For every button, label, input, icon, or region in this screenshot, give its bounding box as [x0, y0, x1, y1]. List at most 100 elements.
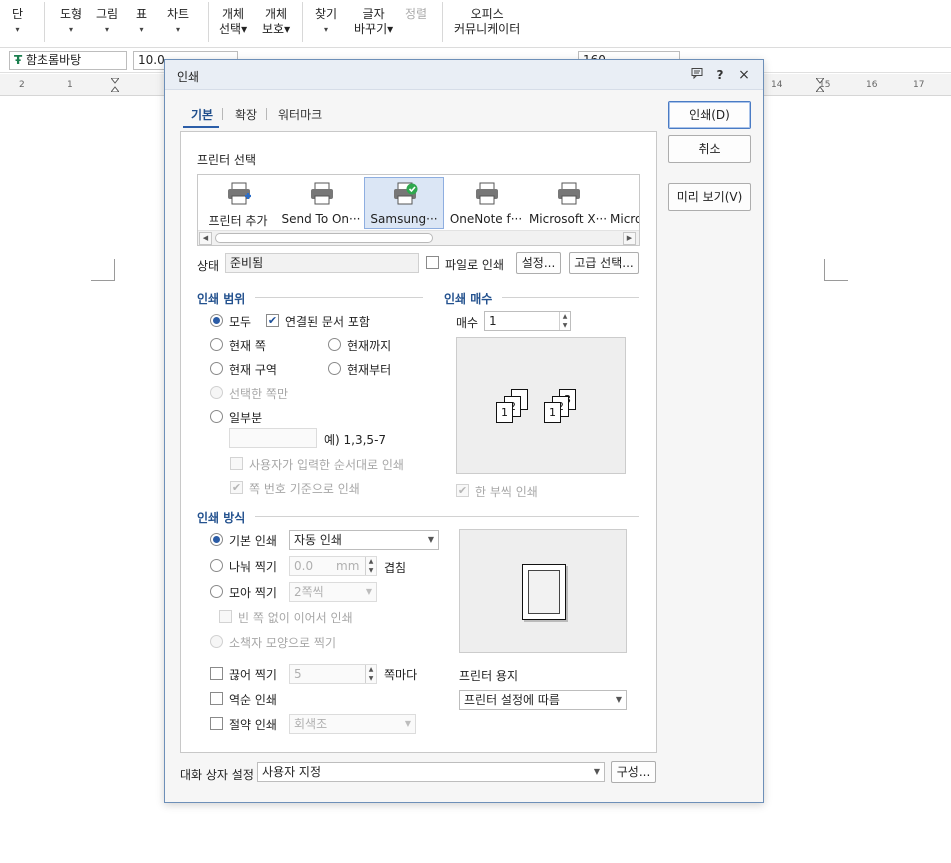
range-current-page-label: 현재 쪽	[229, 339, 266, 353]
ribbon-office-communicator-button[interactable]: 오피스 커뮤니케이터	[454, 7, 520, 37]
dropdown-arrow-icon: ▼	[615, 695, 622, 704]
scrollbar-thumb[interactable]	[215, 233, 433, 243]
copies-input[interactable]: 1 ▲ ▼	[484, 311, 571, 331]
page-number-based-checkbox[interactable]: ✔	[230, 481, 243, 494]
printer-item[interactable]: Microsoft X···	[528, 177, 608, 229]
printer-item[interactable]: OneNote f···	[446, 177, 526, 229]
range-current-page-radio[interactable]	[210, 338, 223, 351]
tab-basic[interactable]: 기본	[191, 106, 213, 123]
dropdown-arrow-icon: ▾	[324, 25, 329, 34]
close-icon[interactable]: ×	[736, 67, 752, 83]
dialog-settings-select[interactable]: 사용자 지정 ▼	[257, 762, 605, 782]
indent-marker-icon[interactable]	[109, 77, 121, 93]
printer-name: Samsung···	[370, 212, 438, 226]
continuous-print-checkbox[interactable]	[219, 610, 232, 623]
tab-watermark[interactable]: 워터마크	[278, 106, 322, 123]
ribbon-sort-button[interactable]: 정렬	[405, 7, 427, 22]
range-to-current-radio[interactable]	[328, 338, 341, 351]
page-range-input[interactable]	[229, 428, 317, 448]
range-some-pages-radio[interactable]	[210, 410, 223, 423]
printer-paper-select[interactable]: 프린터 설정에 따름 ▼	[459, 690, 627, 710]
print-to-file-checkbox[interactable]	[426, 256, 439, 269]
cancel-button[interactable]: 취소	[668, 135, 751, 163]
ribbon-label: 도형	[60, 7, 83, 21]
printer-item-selected[interactable]: Samsung···	[364, 177, 444, 229]
basic-print-label: 기본 인쇄	[229, 534, 277, 548]
advanced-select-button[interactable]: 고급 선택...	[569, 252, 639, 274]
configure-button[interactable]: 구성...	[611, 761, 656, 783]
split-spinner-icon[interactable]: ▲ ▼	[365, 557, 376, 575]
interrupt-print-checkbox[interactable]	[210, 667, 223, 680]
dropdown-arrow-icon: ▼	[365, 587, 372, 596]
copies-title: 인쇄 매수	[444, 292, 493, 306]
printer-item[interactable]: Micro	[610, 177, 639, 229]
dropdown-arrow-icon: ▼	[427, 535, 434, 544]
ribbon-column-button[interactable]: 단 ▾	[12, 7, 23, 37]
ribbon-picture-button[interactable]: 그림 ▾	[96, 7, 118, 37]
reverse-print-checkbox[interactable]	[210, 692, 223, 705]
save-print-select[interactable]: 회색조 ▼	[289, 714, 416, 734]
continuous-print-label: 빈 쪽 없이 이어서 인쇄	[238, 611, 353, 625]
font-name-select[interactable]: Ŧ 함초롬바탕	[9, 51, 127, 70]
printer-name: Microsoft X···	[528, 212, 608, 226]
booklet-print-radio[interactable]	[210, 635, 223, 648]
scroll-right-icon[interactable]: ▶	[623, 232, 636, 245]
print-button[interactable]: 인쇄(D)	[668, 101, 751, 129]
ribbon-shape-button[interactable]: 도형 ▾	[60, 7, 82, 37]
printer-icon	[637, 181, 639, 207]
printer-item[interactable]: Send To On···	[281, 177, 361, 229]
ribbon-label: 표	[136, 7, 148, 21]
printer-name: Send To On···	[281, 212, 361, 226]
split-print-input[interactable]: 0.0 mm ▲ ▼	[289, 556, 377, 576]
interrupt-spinner-icon[interactable]: ▲ ▼	[365, 665, 376, 683]
section-divider	[255, 516, 639, 517]
help-icon[interactable]: ?	[712, 67, 728, 83]
collate-checkbox[interactable]: ✔	[456, 484, 469, 497]
printer-paper-value: 프린터 설정에 따름	[464, 693, 560, 707]
scroll-left-icon[interactable]: ◀	[199, 232, 212, 245]
range-all-radio[interactable]	[210, 314, 223, 327]
gather-print-radio[interactable]	[210, 585, 223, 598]
page-number-based-label: 쪽 번호 기준으로 인쇄	[249, 482, 360, 496]
status-value: 준비됨	[230, 256, 264, 270]
page-corner-marker	[91, 259, 115, 281]
reverse-print-label: 역순 인쇄	[229, 693, 277, 707]
comment-icon[interactable]	[689, 67, 705, 83]
split-print-radio[interactable]	[210, 559, 223, 572]
user-order-label: 사용자가 입력한 순서대로 인쇄	[249, 458, 404, 472]
paper-preview-page-icon	[522, 564, 566, 620]
ribbon-chart-button[interactable]: 차트 ▾	[167, 7, 189, 37]
ribbon-replace-button[interactable]: 글자 바꾸기▾	[354, 7, 393, 37]
printer-list-scrollbar[interactable]: ◀ ▶	[198, 230, 639, 245]
user-order-checkbox[interactable]	[230, 457, 243, 470]
range-some-pages-label: 일부분	[229, 411, 263, 425]
ribbon-find-button[interactable]: 찾기 ▾	[315, 7, 337, 37]
settings-button[interactable]: 설정...	[516, 252, 561, 274]
save-print-label: 절약 인쇄	[229, 718, 277, 732]
basic-print-radio[interactable]	[210, 533, 223, 546]
ribbon-select-object-button[interactable]: 개체 선택▾	[219, 7, 247, 37]
tab-extended[interactable]: 확장	[235, 106, 257, 123]
preview-button[interactable]: 미리 보기(V)	[668, 183, 751, 211]
range-from-current-radio[interactable]	[328, 362, 341, 375]
ribbon-label: 개체	[222, 7, 245, 21]
basic-print-select[interactable]: 자동 인쇄 ▼	[289, 530, 439, 550]
dropdown-arrow-icon: ▼	[404, 719, 411, 728]
save-print-checkbox[interactable]	[210, 717, 223, 730]
ribbon-separator	[44, 2, 45, 42]
paper-printable-area	[528, 570, 560, 614]
interrupt-print-value: 5	[294, 667, 302, 681]
ribbon-table-button[interactable]: 표 ▾	[136, 7, 147, 37]
right-indent-marker-icon[interactable]	[814, 77, 826, 93]
print-dialog: 인쇄 ? × 기본 확장 워터마크 프린터 선택 프린터 추가 Send To …	[164, 59, 764, 803]
printer-item-add[interactable]: 프린터 추가	[198, 177, 278, 229]
interrupt-print-input[interactable]: 5 ▲ ▼	[289, 664, 377, 684]
dropdown-arrow-icon: ▾	[105, 25, 110, 34]
range-current-section-radio[interactable]	[210, 362, 223, 375]
linked-docs-checkbox[interactable]: ✔	[266, 314, 279, 327]
range-selected-pages-radio[interactable]	[210, 386, 223, 399]
gather-print-select[interactable]: 2쪽씩 ▼	[289, 582, 377, 602]
printer-list[interactable]: 프린터 추가 Send To On··· Samsung··· OneNote …	[197, 174, 640, 246]
copies-spinner-icon[interactable]: ▲ ▼	[559, 312, 570, 330]
ribbon-protect-object-button[interactable]: 개체 보호▾	[262, 7, 290, 37]
